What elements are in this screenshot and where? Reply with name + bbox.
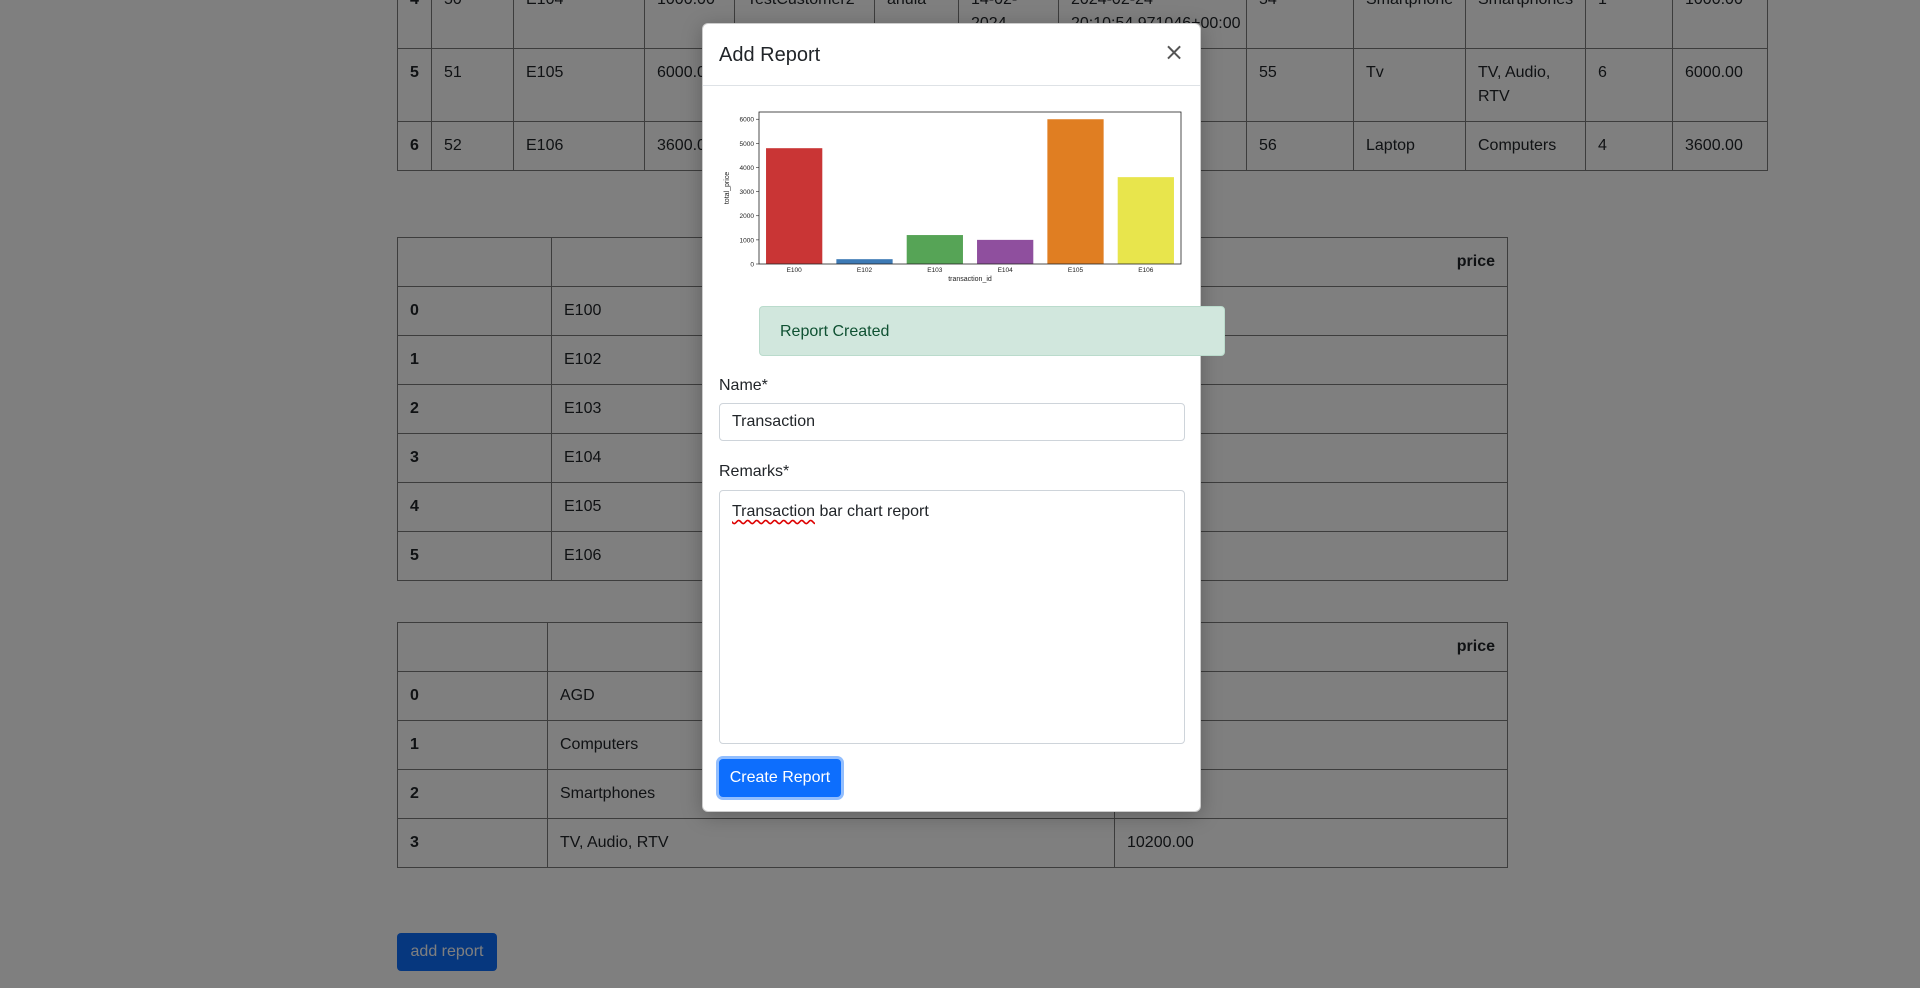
close-icon[interactable]: × (1162, 40, 1186, 64)
report-bar-chart: E100 E102 E103 E104 E105 E106 0 1000 2000 3000 400… (719, 104, 1189, 309)
create-report-button[interactable]: Create Report (719, 759, 841, 797)
x-tick-label: E106 (1138, 267, 1154, 274)
x-tick-label: E104 (998, 267, 1014, 274)
bar-E106 (1117, 177, 1174, 264)
bar-E103 (906, 235, 963, 264)
y-tick-label: 5000 (740, 141, 755, 148)
remarks-label: Remarks* (719, 463, 790, 480)
bar-chart-svg: E100 E102 E103 E104 E105 E106 0 1000 2000 3000 400… (724, 111, 1182, 283)
y-tick-label: 4000 (740, 165, 755, 172)
y-tick-label: 2000 (740, 213, 755, 220)
bar-E100 (766, 148, 823, 264)
name-label: Name* (719, 377, 768, 394)
bar-E104 (977, 239, 1034, 264)
x-tick-label: E103 (927, 267, 943, 274)
y-tick-label: 1000 (740, 237, 755, 244)
bar-E105 (1047, 119, 1104, 264)
name-input[interactable] (719, 403, 1185, 441)
add-report-modal: Add Report × E100 E102 E103 E104 E105 E106 0 10… (702, 23, 1225, 812)
remarks-text: bar chart report (815, 503, 929, 520)
x-tick-label: E105 (1068, 267, 1084, 274)
y-tick-label: 3000 (740, 189, 755, 196)
y-tick-label: 6000 (740, 117, 755, 124)
x-tick-label: E100 (787, 267, 803, 274)
x-axis-label: transaction_id (948, 276, 992, 283)
bar-E102 (836, 259, 893, 264)
y-tick-label: 0 (750, 262, 754, 269)
x-tick-label: E102 (857, 267, 873, 274)
report-created-alert: Report Created (759, 306, 1225, 356)
remarks-textarea[interactable]: Transaction bar chart report (719, 490, 1185, 744)
modal-title: Add Report (719, 44, 821, 66)
y-axis-label: total_price (724, 172, 731, 204)
modal-header: Add Report × (703, 24, 1200, 86)
misspelled-word: Transaction (732, 503, 815, 520)
